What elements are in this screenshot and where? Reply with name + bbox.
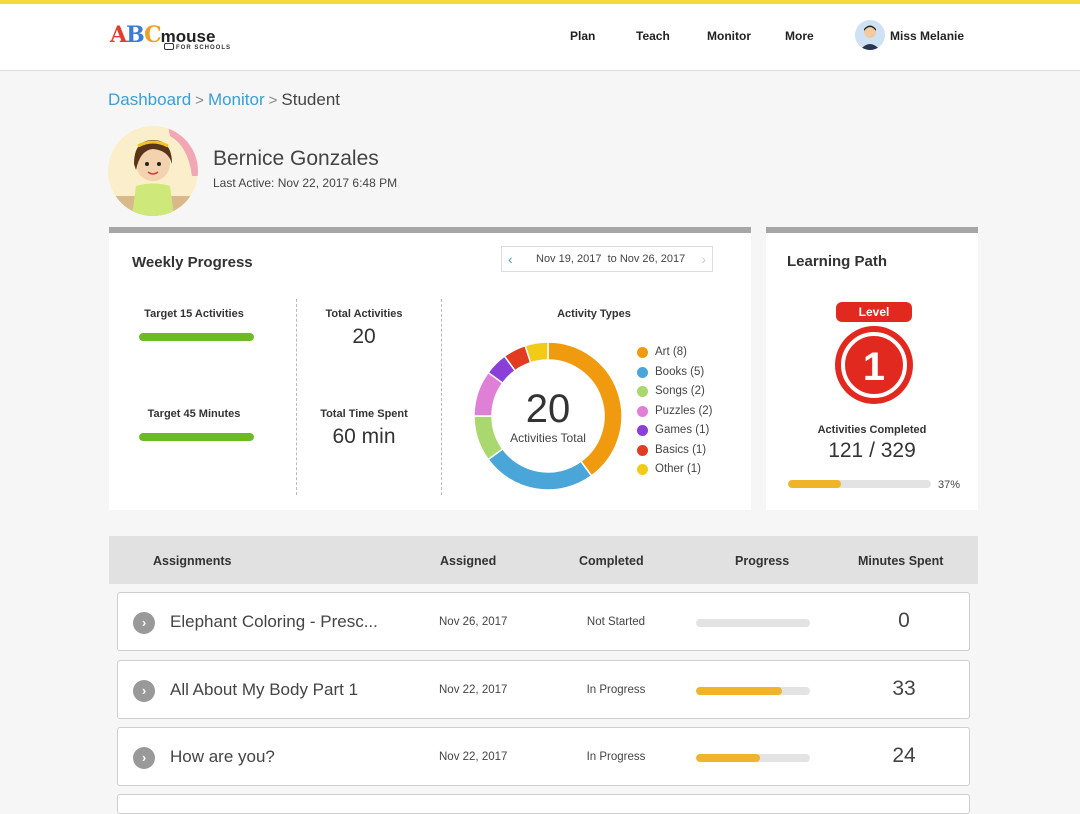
assignment-assigned-date: Nov 22, 2017 (439, 684, 508, 696)
col-assigned[interactable]: Assigned (440, 554, 496, 568)
level-medal-icon[interactable]: 1 (834, 325, 914, 405)
target-minutes-label: Target 45 Minutes (147, 408, 241, 420)
donut-center-value: 20 (526, 387, 571, 431)
chevron-right-icon[interactable]: › (133, 747, 155, 769)
legend-swatch (637, 444, 648, 456)
nav-plan[interactable]: Plan (570, 29, 595, 43)
assignment-assigned-date: Nov 26, 2017 (439, 616, 508, 628)
activity-types-title: Activity Types (557, 308, 631, 320)
assignment-assigned-date: Nov 22, 2017 (439, 751, 508, 763)
assignment-minutes: 0 (898, 609, 910, 632)
nav-monitor[interactable]: Monitor (707, 29, 751, 43)
breadcrumb-monitor[interactable]: Monitor (208, 90, 265, 109)
table-row[interactable] (117, 794, 970, 814)
activities-completed-label: Activities Completed (817, 424, 927, 436)
date-range-picker: ‹ Nov 19, 2017 to Nov 26, 2017 › (501, 246, 713, 272)
col-progress[interactable]: Progress (735, 554, 789, 568)
assignment-progress-bar (696, 687, 810, 695)
assignments-table-header: Assignments Assigned Completed Progress … (109, 536, 978, 584)
donut-slice-books (487, 447, 593, 491)
chevron-right-icon[interactable]: › (133, 680, 155, 702)
total-activities-label: Total Activities (325, 308, 403, 320)
graduation-cap-icon (164, 43, 174, 50)
assignment-name: All About My Body Part 1 (170, 680, 359, 699)
chevron-right-icon[interactable]: › (701, 251, 706, 267)
assignment-status: In Progress (586, 684, 646, 696)
legend-label: Games (1) (655, 424, 710, 436)
legend-label: Puzzles (2) (655, 404, 713, 417)
nav-more[interactable]: More (785, 29, 814, 43)
target-activities-label: Target 15 Activities (144, 308, 244, 320)
donut-center-label: Activities Total (510, 431, 586, 445)
col-minutes-spent[interactable]: Minutes Spent (858, 554, 943, 568)
col-completed[interactable]: Completed (579, 554, 644, 568)
divider (441, 299, 442, 495)
learning-path-percent: 37% (938, 479, 961, 491)
activity-types-donut-chart: 20 Activities Total (473, 341, 623, 491)
weekly-progress-title: Weekly Progress (132, 254, 253, 271)
legend-swatch (637, 366, 648, 378)
total-activities-value: 20 (352, 325, 376, 348)
assignment-minutes: 33 (892, 677, 916, 700)
table-row[interactable]: › How are you? Nov 22, 2017 In Progress … (117, 727, 970, 786)
col-assignments[interactable]: Assignments (153, 554, 232, 568)
breadcrumb-separator: > (195, 92, 204, 109)
legend-swatch (637, 425, 648, 436)
assignment-progress-bar (696, 619, 810, 627)
legend-label: Art (8) (655, 346, 687, 358)
student-last-active: Last Active: Nov 22, 2017 6:48 PM (213, 176, 398, 190)
user-name: Miss Melanie (890, 29, 965, 43)
legend-label: Books (5) (655, 365, 705, 378)
assignment-progress-fill (696, 754, 760, 762)
level-number: 1 (863, 345, 885, 389)
chevron-left-icon[interactable]: ‹ (508, 251, 513, 267)
chevron-right-icon[interactable]: › (133, 612, 155, 634)
assignment-name: Elephant Coloring - Presc... (170, 612, 378, 631)
learning-path-title: Learning Path (787, 253, 888, 270)
date-range-text: Nov 19, 2017 to Nov 26, 2017 (536, 253, 686, 265)
breadcrumb-separator: > (268, 92, 278, 109)
learning-path-progress-fill (788, 480, 841, 488)
top-header: ABCmouse FOR SCHOOLS Plan Teach Monitor … (0, 4, 1080, 71)
level-badge: Level (836, 302, 912, 322)
legend-label: Songs (2) (655, 385, 705, 397)
target-minutes-bar (139, 433, 254, 441)
activities-completed-value: 121 / 329 (828, 439, 916, 462)
total-time-label: Total Time Spent (320, 408, 408, 420)
assignment-minutes: 24 (892, 744, 916, 767)
learning-path-progress-bar (788, 480, 931, 488)
assignment-status: In Progress (586, 751, 646, 763)
target-minutes-bar-fill (139, 433, 254, 441)
table-row[interactable]: › All About My Body Part 1 Nov 22, 2017 … (117, 660, 970, 719)
assignment-progress-fill (696, 687, 782, 695)
breadcrumb-current: Student (281, 90, 340, 109)
breadcrumb-dashboard[interactable]: Dashboard (108, 90, 191, 109)
total-time-value: 60 min (332, 425, 396, 448)
target-activities-bar-fill (139, 333, 254, 341)
legend-swatch (637, 347, 648, 358)
logo-subtitle: FOR SCHOOLS (176, 45, 232, 51)
table-row[interactable]: › Elephant Coloring - Presc... Nov 26, 2… (117, 592, 970, 651)
nav-teach[interactable]: Teach (636, 29, 670, 43)
assignment-name: How are you? (170, 747, 275, 766)
assignment-status: Not Started (586, 616, 646, 628)
student-name: Bernice Gonzales (213, 147, 379, 170)
assignment-progress-bar (696, 754, 810, 762)
student-avatar (108, 126, 198, 216)
legend-label: Basics (1) (655, 443, 707, 456)
legend-swatch (637, 386, 648, 397)
abcmouse-logo[interactable]: ABCmouse FOR SCHOOLS (110, 22, 250, 56)
legend-swatch (637, 464, 648, 475)
legend-label: Other (1) (655, 463, 702, 475)
divider (296, 299, 297, 495)
legend-swatch (637, 405, 648, 417)
breadcrumb: Dashboard > Monitor > Student (108, 90, 340, 110)
weekly-progress-panel: Weekly Progress ‹ Nov 19, 2017 to Nov 26… (109, 227, 751, 510)
target-activities-bar (139, 333, 254, 341)
learning-path-panel: Learning Path Level 1 Activities Complet… (766, 227, 978, 510)
user-avatar (855, 20, 885, 50)
